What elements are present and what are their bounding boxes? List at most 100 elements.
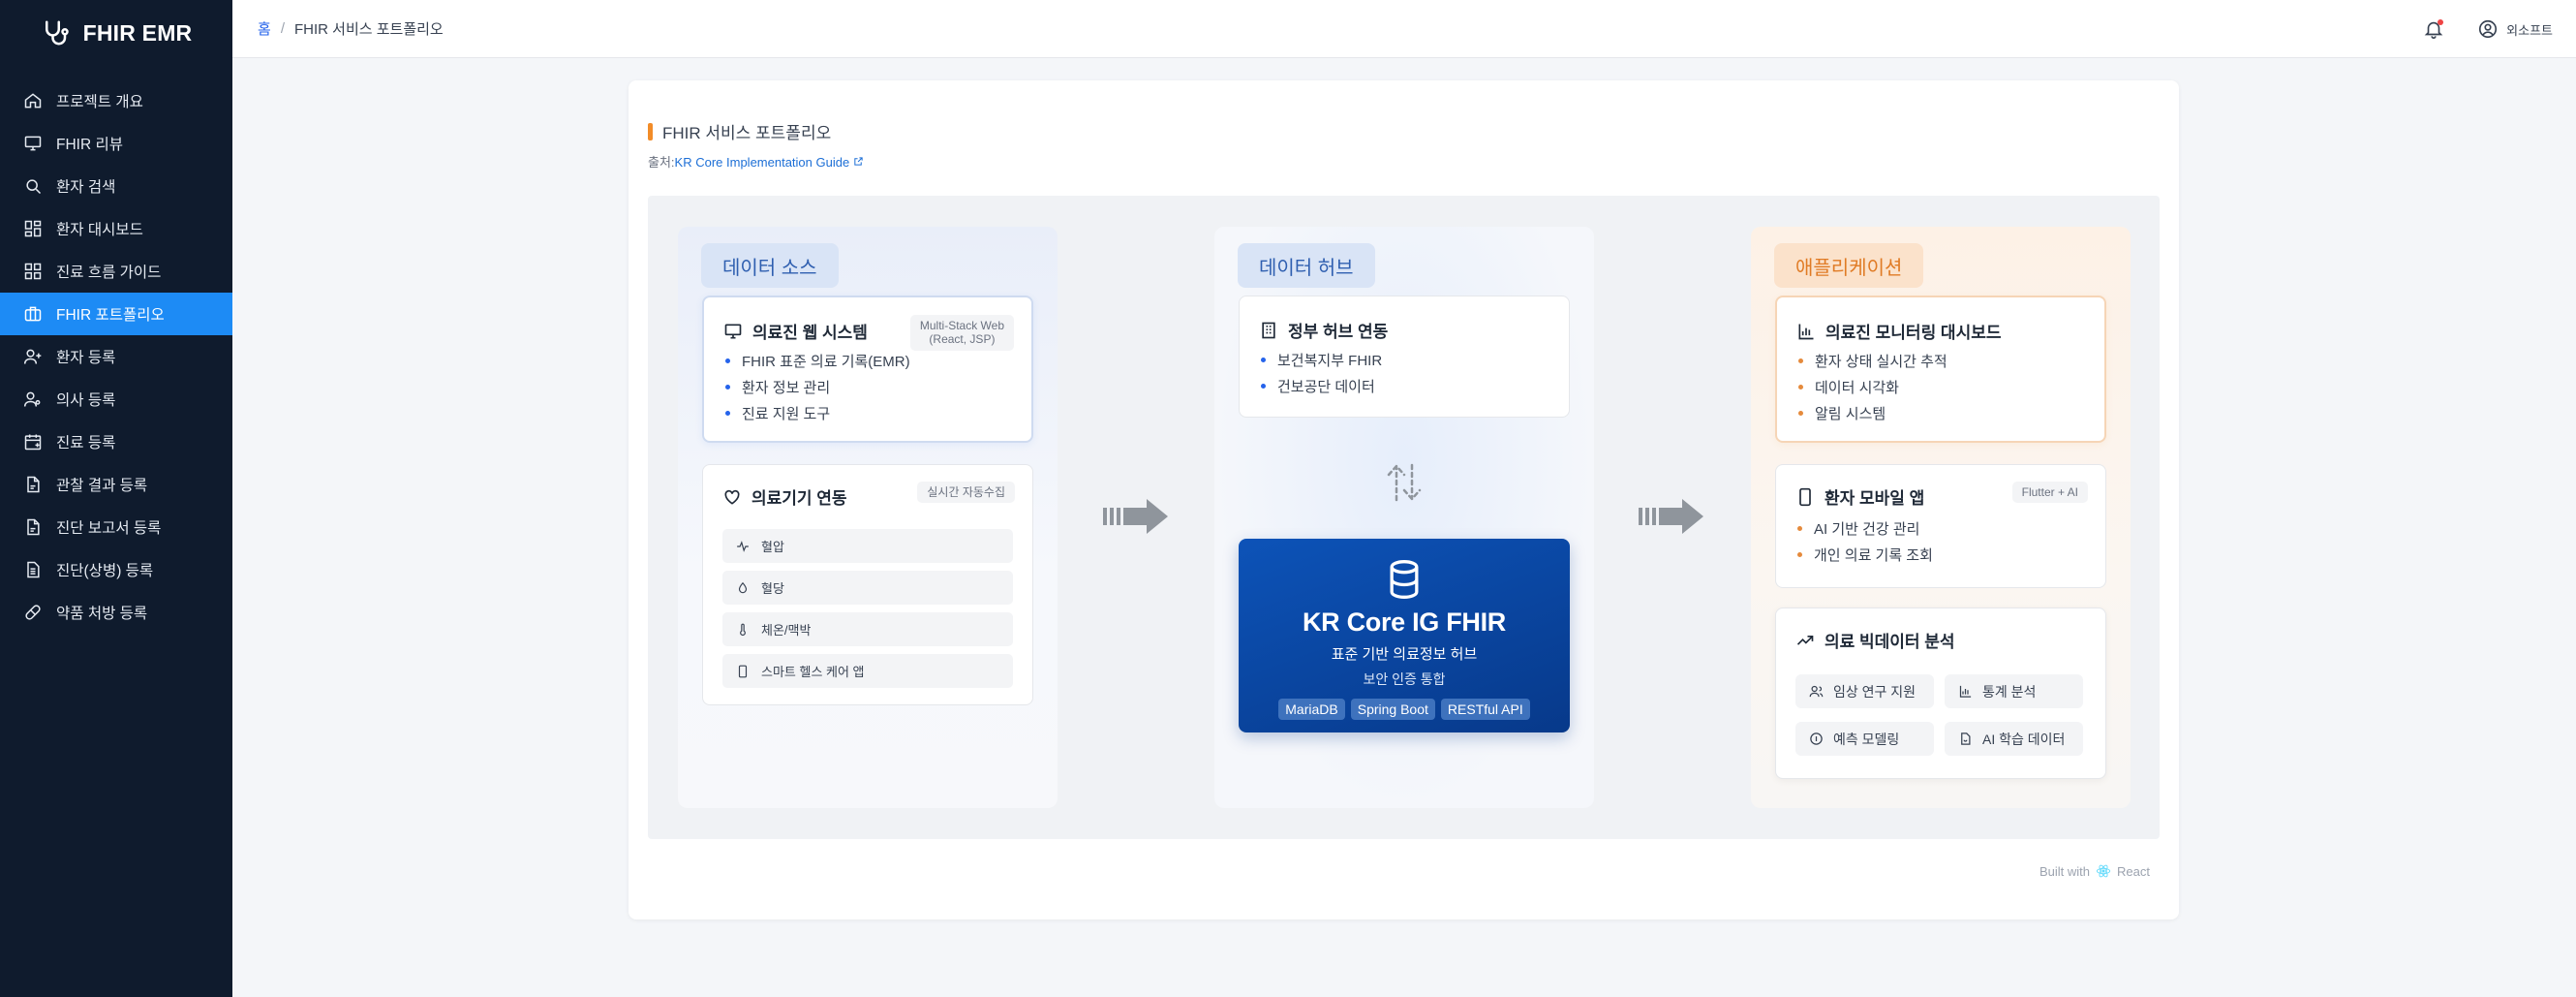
stat-clinical-research: 임상 연구 지원 [1795, 674, 1934, 708]
bullet-dot [1261, 384, 1266, 389]
device-label: 스마트 헬스 케어 앱 [761, 665, 865, 679]
kr-core-hub: KR Core IG FHIR 표준 기반 의료정보 허브 보안 인증 통합 M… [1239, 539, 1570, 732]
sidebar-item-patient-dashboard[interactable]: 환자 대시보드 [0, 207, 232, 250]
stethoscope-icon [45, 20, 69, 46]
list-item-text: 건보공단 데이터 [1277, 379, 1375, 395]
sidebar-item-label: 진단(상병) 등록 [56, 563, 154, 579]
monitor-icon [724, 324, 742, 338]
app-logo[interactable]: FHIR EMR [0, 0, 232, 66]
portfolio-card: FHIR 서비스 포트폴리오 출처:KR Core Implementation… [629, 80, 2179, 919]
list-item-text: 데이터 시각화 [1815, 380, 1899, 396]
list-item: 개인 의료 기록 조회 [1797, 542, 1933, 568]
stat-predictive-modeling: 예측 모델링 [1795, 722, 1934, 756]
box-heading: 의료진 모니터링 대시보드 [1796, 319, 2002, 343]
sidebar-item-label: 환자 대시보드 [56, 222, 143, 238]
list-item-text: FHIR 표준 의료 기록(EMR) [742, 354, 910, 370]
tech-tag: MariaDB [1278, 699, 1345, 720]
device-label: 혈당 [761, 581, 784, 596]
device-label: 혈압 [761, 540, 784, 554]
source-prefix: 출처: [648, 155, 675, 170]
header-actions: 외소프트 [2423, 0, 2553, 58]
stat-label: 예측 모델링 [1833, 731, 1900, 747]
data-hub-column: 데이터 허브 정부 허브 연동 보건복지부 FHIR 건보공단 데이터 KR C… [1214, 227, 1594, 808]
list-item: 데이터 시각화 [1798, 374, 1947, 400]
file-sync-icon [1961, 732, 1971, 745]
bullet-dot [1797, 552, 1802, 557]
sidebar-item-encounter-register[interactable]: 진료 등록 [0, 421, 232, 463]
hub-subtitle-2: 보안 인증 통합 [1363, 671, 1446, 687]
thermometer-icon [740, 623, 746, 636]
bullet-dot [1797, 526, 1802, 531]
column-title-data-hub: 데이터 허브 [1238, 243, 1375, 288]
dashboard-grid-icon [24, 220, 42, 237]
breadcrumb: 홈 / FHIR 서비스 포트폴리오 [258, 18, 444, 39]
briefcase-icon [24, 306, 42, 322]
list-item: FHIR 표준 의료 기록(EMR) [725, 348, 910, 374]
bullet-dot [725, 411, 730, 416]
bullet-dot [1261, 358, 1266, 362]
sidebar-item-patient-search[interactable]: 환자 검색 [0, 165, 232, 207]
tech-tag: Spring Boot [1350, 699, 1435, 720]
stat-statistics: 통계 분석 [1945, 674, 2083, 708]
sidebar-item-condition-register[interactable]: 진단(상병) 등록 [0, 548, 232, 591]
list-item: 진료 지원 도구 [725, 400, 910, 426]
bullet-dot [1798, 358, 1803, 363]
user-circle-icon [2479, 19, 2498, 39]
applications-column: 애플리케이션 의료진 모니터링 대시보드 환자 상태 실시간 추적 데이터 시각… [1751, 227, 2131, 808]
box-title: 정부 허브 연동 [1288, 323, 1389, 341]
mobile-app-box: 환자 모바일 앱 Flutter + AI AI 기반 건강 관리 개인 의료 … [1775, 464, 2106, 588]
calendar-icon [24, 434, 42, 451]
file-icon [27, 476, 40, 493]
sidebar-item-fhir-portfolio[interactable]: FHIR 포트폴리오 [0, 293, 232, 335]
list-item: 환자 상태 실시간 추적 [1798, 348, 1947, 374]
home-icon [24, 93, 42, 109]
box-title: 의료진 웹 시스템 [752, 324, 868, 342]
flow-grid-icon [24, 263, 42, 280]
list-item-text: 개인 의료 기록 조회 [1814, 547, 1933, 564]
flow-arrow-right-icon [1639, 499, 1703, 534]
bar-chart-icon [1959, 685, 1972, 698]
sidebar-item-care-flow-guide[interactable]: 진료 흐름 가이드 [0, 250, 232, 293]
bar-chart-icon [1798, 324, 1814, 339]
list-item-text: 환자 정보 관리 [742, 380, 831, 396]
sidebar-item-medication-register[interactable]: 약품 처방 등록 [0, 591, 232, 634]
sidebar-item-label: 환자 등록 [56, 350, 116, 366]
droplet-icon [738, 581, 748, 593]
user-menu[interactable]: 외소프트 [2477, 18, 2553, 40]
auto-collect-tag: 실시간 자동수집 [917, 482, 1015, 504]
sidebar-item-doctor-register[interactable]: 의사 등록 [0, 378, 232, 421]
box-heading: 정부 허브 연동 [1259, 318, 1388, 342]
hub-title: KR Core IG FHIR [1302, 608, 1506, 637]
sidebar-item-label: 프로젝트 개요 [56, 94, 143, 110]
sidebar-item-label: 진료 흐름 가이드 [56, 265, 162, 281]
top-bar: 홈 / FHIR 서비스 포트폴리오 외소프트 [232, 0, 2576, 58]
sidebar-item-fhir-review[interactable]: FHIR 리뷰 [0, 122, 232, 165]
source-link[interactable]: KR Core Implementation Guide [675, 155, 850, 170]
title-accent-bar [648, 122, 653, 140]
sidebar-item-overview[interactable]: 프로젝트 개요 [0, 79, 232, 122]
sidebar-item-diagnostic-report-register[interactable]: 진단 보고서 등록 [0, 506, 232, 548]
box-title: 환자 모바일 앱 [1825, 489, 1925, 508]
stat-label: 통계 분석 [1982, 683, 2037, 700]
box-title: 의료 빅데이터 분석 [1825, 633, 1955, 651]
smartphone-icon [1799, 487, 1811, 506]
stat-label: 임상 연구 지원 [1833, 683, 1917, 700]
list-item-text: AI 기반 건강 관리 [1814, 521, 1920, 538]
sidebar-item-patient-register[interactable]: 환자 등록 [0, 335, 232, 378]
flow-arrow-right-icon [1103, 499, 1168, 534]
list-item-text: 보건복지부 FHIR [1277, 353, 1383, 369]
react-logo-icon [2096, 864, 2111, 878]
big-data-box: 의료 빅데이터 분석 임상 연구 지원 통계 분석 예측 모델링 AI 학습 데… [1775, 608, 2106, 779]
tech-tag: RESTful API [1440, 699, 1530, 720]
tech-tags: MariaDB Spring Boot RESTful API [1239, 699, 1570, 720]
notification-button[interactable] [2423, 18, 2444, 40]
list-item: 건보공단 데이터 [1261, 373, 1382, 399]
smartphone-icon [738, 665, 748, 677]
source-line: 출처:KR Core Implementation Guide [648, 152, 864, 171]
sidebar-item-observation-register[interactable]: 관찰 결과 등록 [0, 463, 232, 506]
pill-icon [25, 605, 41, 620]
file-icon [27, 518, 40, 536]
breadcrumb-current: FHIR 서비스 포트폴리오 [293, 21, 444, 38]
breadcrumb-home[interactable]: 홈 [258, 18, 271, 39]
external-link-icon[interactable] [853, 156, 864, 167]
